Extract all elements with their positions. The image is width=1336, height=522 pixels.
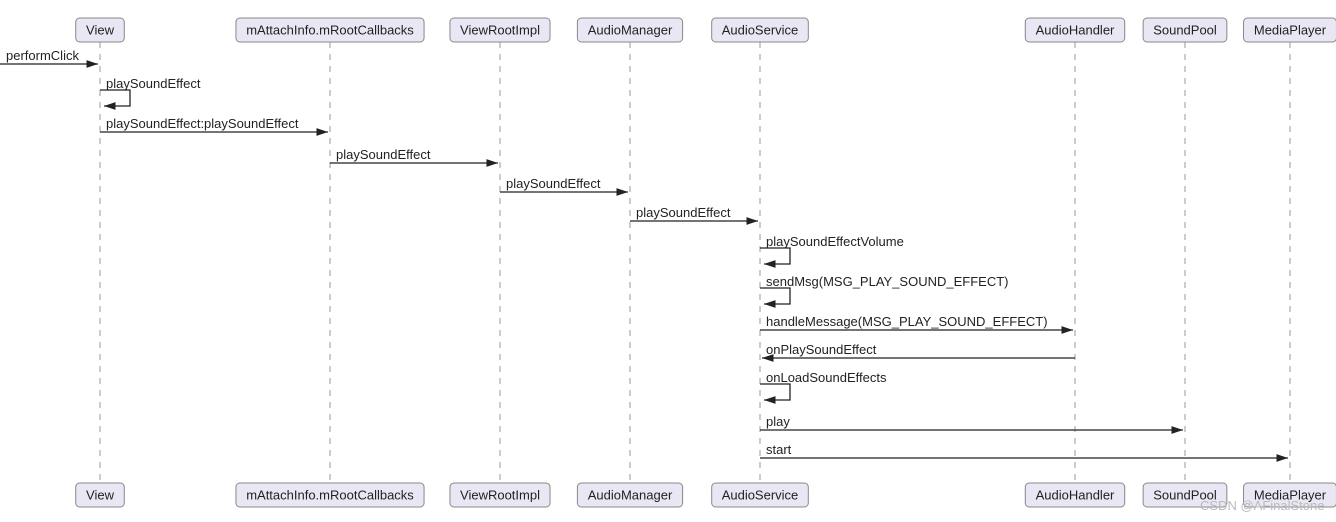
msg-label: handleMessage(MSG_PLAY_SOUND_EFFECT) xyxy=(766,314,1048,329)
actor-label-am: AudioManager xyxy=(588,487,673,502)
actor-label-as: AudioService xyxy=(722,487,799,502)
self-message xyxy=(760,384,790,400)
actor-label-as: AudioService xyxy=(722,22,799,37)
msg-label: onPlaySoundEffect xyxy=(766,342,877,357)
actor-label-mp: MediaPlayer xyxy=(1254,22,1327,37)
msg-label: playSoundEffect xyxy=(506,176,601,191)
actor-label-vri: ViewRootImpl xyxy=(460,487,540,502)
actor-label-root: mAttachInfo.mRootCallbacks xyxy=(246,22,414,37)
actor-label-ah: AudioHandler xyxy=(1036,487,1115,502)
sequence-diagram: View mAttachInfo.mRootCallbacks ViewRootIm… xyxy=(0,0,1336,522)
actor-label-ah: AudioHandler xyxy=(1036,22,1115,37)
actor-label-view: View xyxy=(86,22,115,37)
actor-label-root: mAttachInfo.mRootCallbacks xyxy=(246,487,414,502)
msg-label: play xyxy=(766,414,790,429)
watermark: CSDN @AFinalStone xyxy=(1200,498,1324,513)
msg-label: playSoundEffect xyxy=(336,147,431,162)
actor-label-sp: SoundPool xyxy=(1153,22,1217,37)
msg-label: playSoundEffectVolume xyxy=(766,234,904,249)
msg-label: playSoundEffect xyxy=(106,76,201,91)
msg-label: performClick xyxy=(6,48,79,63)
self-message xyxy=(100,90,130,106)
msg-label: start xyxy=(766,442,792,457)
actor-label-am: AudioManager xyxy=(588,22,673,37)
msg-label: playSoundEffect xyxy=(636,205,731,220)
actor-label-vri: ViewRootImpl xyxy=(460,22,540,37)
actor-label-view: View xyxy=(86,487,115,502)
msg-label: onLoadSoundEffects xyxy=(766,370,887,385)
self-message xyxy=(760,288,790,304)
self-message xyxy=(760,248,790,264)
msg-label: playSoundEffect:playSoundEffect xyxy=(106,116,299,131)
msg-label: sendMsg(MSG_PLAY_SOUND_EFFECT) xyxy=(766,274,1009,289)
